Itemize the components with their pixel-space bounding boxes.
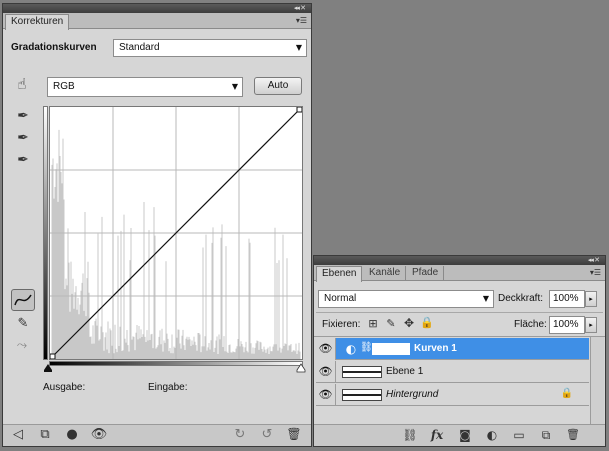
add-mask-icon[interactable]: ◙ — [457, 428, 473, 442]
opacity-label: Deckkraft: — [498, 293, 544, 304]
gray-eyedropper-icon[interactable]: ✒ — [13, 130, 33, 148]
channel-dropdown-value: RGB — [53, 81, 75, 92]
lock-image-icon[interactable]: ✎ — [384, 317, 398, 330]
collapse-icon[interactable]: ◂◂ ✕ — [588, 256, 600, 265]
trash-icon[interactable]: 🗑 — [285, 427, 303, 441]
curve-graph-svg — [49, 106, 303, 360]
white-point-slider[interactable] — [296, 363, 306, 373]
preset-label: Gradationskurven — [11, 42, 97, 53]
black-eyedropper-icon[interactable]: ✒ — [13, 108, 33, 126]
dropdown-arrow-icon: ▼ — [482, 294, 489, 303]
chain-link-icon[interactable]: ⛓ — [360, 342, 373, 353]
curve-glyph-icon — [14, 294, 32, 306]
ebenen-tabbar: Ebenen Kanäle Pfade ▾☰ — [314, 265, 605, 282]
layer-name: Ebene 1 — [386, 366, 424, 377]
curve-graph[interactable] — [49, 106, 303, 360]
korrekturen-tabbar: Korrekturen ▾☰ — [3, 13, 311, 30]
new-layer-icon[interactable]: ⧉ — [538, 428, 554, 443]
lock-icon: 🔒 — [560, 388, 574, 399]
reset-icon[interactable]: ↺ — [258, 427, 276, 442]
eye-icon[interactable]: 👁 — [90, 427, 108, 442]
previous-state-icon[interactable]: ↻ — [231, 427, 249, 442]
auto-button[interactable]: Auto — [254, 77, 302, 95]
layer-row-hintergrund[interactable]: 👁 Hintergrund 🔒 — [316, 384, 589, 406]
curve-point-shadow[interactable] — [49, 353, 56, 360]
layer-list: 👁 ◐ ⛓ Kurven 1 👁 Ebene 1 👁 Hintergrund 🔒 — [314, 336, 605, 426]
preset-dropdown-value: Standard — [119, 42, 160, 53]
input-gradient-bar — [49, 361, 303, 366]
eye-icon[interactable]: 👁 — [316, 384, 336, 406]
tab-korrekturen[interactable]: Korrekturen — [5, 14, 70, 30]
on-image-adjust-icon[interactable]: ☝ — [12, 75, 32, 93]
korrekturen-titlebar[interactable]: ◂◂ ✕ — [3, 4, 311, 13]
layer-thumbnail — [342, 389, 382, 401]
tab-ebenen[interactable]: Ebenen — [316, 266, 363, 282]
black-point-slider[interactable] — [43, 363, 53, 373]
opacity-stepper[interactable]: ▸ — [585, 291, 597, 307]
opacity-field[interactable]: 100% — [549, 290, 585, 308]
dropdown-arrow-icon: ▼ — [295, 43, 302, 52]
fill-stepper[interactable]: ▸ — [585, 317, 597, 333]
lock-transparent-icon[interactable]: ⊞ — [366, 317, 380, 330]
output-label: Ausgabe: — [43, 382, 86, 393]
trash-icon[interactable]: 🗑 — [565, 428, 581, 441]
panel-menu-icon[interactable]: ▾☰ — [590, 266, 601, 280]
layer-thumbnail — [342, 366, 382, 378]
dropdown-arrow-icon: ▼ — [231, 82, 238, 91]
output-gradient-bar — [43, 106, 48, 360]
channel-dropdown[interactable]: RGB ▼ — [47, 77, 243, 97]
layer-clip-icon[interactable]: ⧉ — [36, 427, 54, 442]
input-label: Eingabe: — [148, 382, 188, 393]
fill-field[interactable]: 100% — [549, 316, 585, 334]
layer-name: Kurven 1 — [414, 343, 457, 354]
blend-mode-dropdown[interactable]: Normal ▼ — [318, 290, 494, 308]
options-separator — [316, 312, 603, 313]
curve-point-tool-icon[interactable] — [11, 289, 35, 311]
new-adjustment-icon[interactable]: ◐ — [484, 428, 500, 442]
back-arrow-icon[interactable]: ◁ — [9, 427, 27, 442]
visibility-toggle-icon[interactable]: ● — [63, 427, 81, 442]
ebenen-titlebar[interactable]: ◂◂ ✕ — [314, 256, 605, 265]
smooth-curve-icon[interactable]: ⤳ — [12, 338, 32, 356]
fx-icon[interactable]: fx — [428, 428, 446, 442]
adjustment-layer-icon: ◐ — [345, 342, 357, 356]
blend-mode-value: Normal — [324, 293, 357, 304]
curve-point-highlight[interactable] — [296, 106, 303, 113]
pencil-tool-icon[interactable]: ✎ — [13, 316, 33, 334]
layer-row-ebene-1[interactable]: 👁 Ebene 1 — [316, 361, 589, 383]
ebenen-panel: ◂◂ ✕ Ebenen Kanäle Pfade ▾☰ Normal ▼ Dec… — [313, 255, 606, 447]
layer-list-scrollbar[interactable] — [590, 337, 604, 426]
new-group-icon[interactable]: ▭ — [511, 428, 527, 442]
panel-menu-icon[interactable]: ▾☰ — [296, 14, 307, 28]
layer-name: Hintergrund — [386, 389, 439, 400]
layer-mask-thumbnail[interactable] — [372, 343, 410, 355]
white-eyedropper-icon[interactable]: ✒ — [13, 152, 33, 170]
ebenen-footer: ⛓ fx ◙ ◐ ▭ ⧉ 🗑 — [314, 424, 605, 446]
fill-label: Fläche: — [514, 319, 547, 330]
link-layers-icon[interactable]: ⛓ — [402, 428, 418, 442]
korrekturen-footer: ◁ ⧉ ● 👁 ↻ ↺ 🗑 — [3, 424, 311, 446]
lock-position-icon[interactable]: ✥ — [402, 316, 416, 330]
tab-kanaele[interactable]: Kanäle — [364, 266, 407, 281]
eye-icon[interactable]: 👁 — [316, 338, 336, 360]
lock-label: Fixieren: — [322, 319, 361, 330]
korrekturen-panel: ◂◂ ✕ Korrekturen ▾☰ Gradationskurven Sta… — [2, 3, 312, 447]
eye-icon[interactable]: 👁 — [316, 361, 336, 383]
lock-all-icon[interactable]: 🔒 — [420, 316, 434, 329]
preset-dropdown[interactable]: Standard ▼ — [113, 39, 307, 57]
collapse-icon[interactable]: ◂◂ ✕ — [294, 4, 306, 13]
tab-pfade[interactable]: Pfade — [407, 266, 445, 281]
layer-row-kurven[interactable]: 👁 ◐ ⛓ Kurven 1 — [316, 338, 589, 360]
